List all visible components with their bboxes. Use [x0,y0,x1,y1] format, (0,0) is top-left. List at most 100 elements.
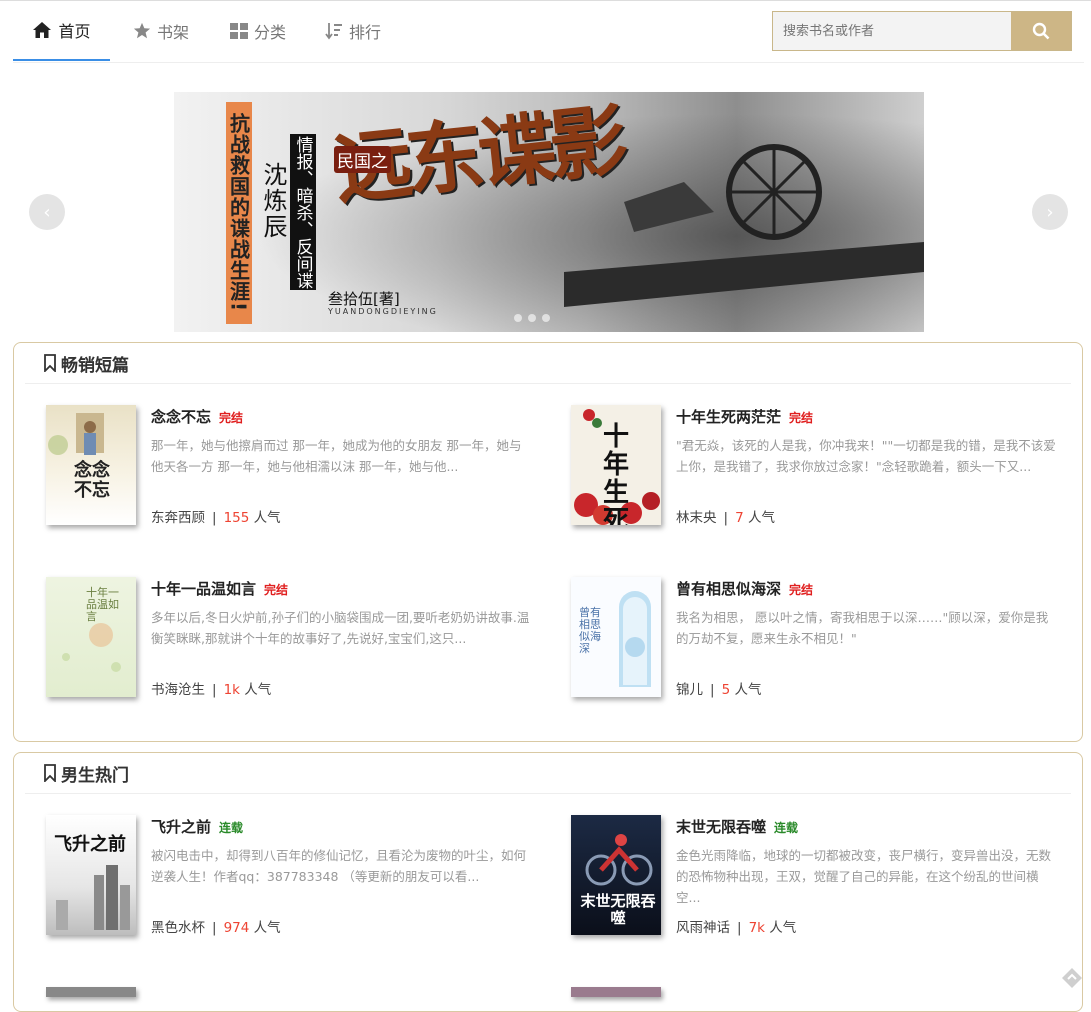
cover-title: 念念不忘 [74,460,110,501]
book-author[interactable]: 黑色水杯 [151,920,205,936]
book-status: 连载 [774,821,799,835]
book-cover[interactable]: 念念不忘 [46,405,136,525]
chevron-left-icon: ‹ [43,201,51,223]
book-description: 我名为相思， 愿以叶之情，寄我相思于以深……"顾以深，爱你是我的万劫不复，愿来生… [676,610,1049,646]
nav-bookshelf[interactable]: 书架 [121,1,201,61]
book-description: 金色光雨降临，地球的一切都被改变，丧尸横行，变异兽出没，无数的恐怖物种出现，王双… [676,848,1052,905]
book-author[interactable]: 林末央 [676,510,717,526]
book-title-text[interactable]: 曾有相思似海深 [676,580,781,598]
banner-prefix: 民国之 [334,146,391,173]
book-description: 多年以后,冬日火炉前,孙子们的小脑袋围成一团,要听老奶奶讲故事.温衡笑眯眯,那就… [151,610,530,646]
popularity-unit: 人气 [769,920,797,936]
cover-illustration [56,865,130,930]
banner-writer: 叁拾伍[著] [328,290,400,308]
book-cover[interactable]: 末世无限吞噬 [571,815,661,935]
book-meta: 书海沧生 | 1k 人气 [151,678,271,698]
book-title-text[interactable]: 飞升之前 [151,818,211,836]
book-meta: 风雨神话 | 7k 人气 [676,916,796,936]
book-card[interactable]: 十年生死 十年生死两茫茫 完结 "君无焱，该死的人是我，你冲我来！""一切都是我的… [571,405,1061,527]
book-title[interactable]: 末世无限吞噬 连载 [676,816,798,837]
banner-side-text: 抗战救国的谍战生涯! [226,102,252,324]
top-nav: 首页 书架 分类 排行 [13,1,1084,63]
section-header: 男生热门 [25,753,1071,794]
back-to-top-icon[interactable] [1060,966,1084,990]
popularity-unit: 人气 [747,510,775,526]
search-icon [1032,22,1050,40]
book-card[interactable]: 念念不忘 念念不忘 完结 那一年，她与他擦肩而过 那一年，她成为他的女朋友 那一年… [46,405,536,527]
banner-pinyin: YUANDONGDIEYING [328,307,438,316]
banner-dot[interactable] [528,314,536,322]
book-status: 完结 [219,411,244,425]
cover-title: 十年一品温如言 [86,586,119,623]
book-popularity: 974 [223,920,250,936]
popularity-unit: 人气 [734,682,762,698]
book-title-text[interactable]: 十年一品温如言 [151,580,256,598]
book-author[interactable]: 书海沧生 [151,682,205,698]
banner-tag: 情报、暗杀、反间谍 [290,134,316,290]
nav-category-label: 分类 [253,23,286,42]
book-cover[interactable]: 十年生死 [571,405,661,525]
book-popularity: 155 [223,510,250,526]
book-status: 完结 [789,411,814,425]
nav-category[interactable]: 分类 [218,1,298,61]
book-title-text[interactable]: 念念不忘 [151,408,211,426]
popularity-unit: 人气 [244,682,272,698]
separator: | [212,510,217,526]
book-author[interactable]: 东奔西顾 [151,510,205,526]
book-title-text[interactable]: 十年生死两茫茫 [676,408,781,426]
book-card[interactable]: 曾有相思似海深 曾有相思似海深 完结 我名为相思， 愿以叶之情，寄我相思于以深……… [571,577,1061,699]
section-title: 畅销短篇 [61,355,129,376]
book-cover[interactable]: 十年一品温如言 [46,577,136,697]
book-author[interactable]: 风雨神话 [676,920,730,936]
nav-ranking[interactable]: 排行 [313,1,393,61]
book-meta: 锦儿 | 5 人气 [676,678,761,698]
banner-prev-button[interactable]: ‹ [29,194,65,230]
cover-title: 曾有相思似海深 [579,606,601,655]
book-popularity: 5 [721,682,731,698]
book-cover[interactable]: 飞升之前 [46,815,136,935]
book-card[interactable]: 飞升之前 飞升之前 连载 被闪电击中，却得到八百年的修仙记忆，且看沦为废物的叶尘，… [46,815,536,937]
sort-icon [325,23,342,40]
book-title[interactable]: 飞升之前 连载 [151,816,243,837]
grid-icon [229,23,248,39]
book-popularity: 1k [223,682,240,698]
book-cover[interactable]: 曾有相思似海深 [571,577,661,697]
search-box [772,11,1072,51]
nav-home-label: 首页 [58,22,91,41]
banner-next-button[interactable]: › [1032,194,1068,230]
banner-dot[interactable] [514,314,522,322]
book-card[interactable]: 十年一品温如言 十年一品温如言 完结 多年以后,冬日火炉前,孙子们的小脑袋围成一团… [46,577,536,699]
section-bestseller-short: 畅销短篇 念念不忘 念念不忘 完结 那一年，她与他擦肩而过 那一年，她成为他的女朋… [13,342,1083,742]
book-meta: 林末央 | 7 人气 [676,506,775,526]
book-description: 被闪电击中，却得到八百年的修仙记忆，且看沦为废物的叶尘，如何逆袭人生！作者qq：… [151,848,527,884]
search-button[interactable] [1011,12,1071,50]
cover-title: 十年生死 [603,422,630,525]
nav-ranking-label: 排行 [348,23,381,42]
book-status: 连载 [219,821,244,835]
book-popularity: 7k [748,920,765,936]
book-title[interactable]: 曾有相思似海深 完结 [676,578,813,599]
book-title[interactable]: 十年一品温如言 完结 [151,578,288,599]
book-card[interactable]: 末世无限吞噬 末世无限吞噬 连载 金色光雨降临，地球的一切都被改变，丧尸横行，变异… [571,815,1061,937]
nav-home[interactable]: 首页 [13,1,110,61]
book-description: "君无焱，该死的人是我，你冲我来！""一切都是我的错，是我不该爱上你，是我错了，… [676,438,1056,474]
book-cover[interactable] [46,987,136,997]
cover-title: 飞升之前 [54,834,126,855]
section-male-hot: 男生热门 飞升之前 飞升之前 连载 被闪电击中，却得到八百年的修仙记忆，且看沦为废… [13,752,1083,1012]
book-status: 完结 [264,583,289,597]
book-description: 那一年，她与他擦肩而过 那一年，她成为他的女朋友 那一年，她与他天各一方 那一年… [151,438,522,474]
nav-bookshelf-label: 书架 [156,23,189,42]
book-title-text[interactable]: 末世无限吞噬 [676,818,766,836]
book-meta: 黑色水杯 | 974 人气 [151,916,281,936]
banner-dot[interactable] [542,314,550,322]
book-cover[interactable] [571,987,661,997]
book-meta: 东奔西顾 | 155 人气 [151,506,281,526]
book-author[interactable]: 锦儿 [676,682,703,698]
book-title[interactable]: 十年生死两茫茫 完结 [676,406,813,427]
bookmark-icon [44,354,56,372]
section-title: 男生热门 [61,765,129,786]
book-title[interactable]: 念念不忘 完结 [151,406,243,427]
search-input[interactable] [773,12,1011,50]
separator: | [212,920,217,936]
banner-carousel[interactable]: 抗战救国的谍战生涯! 沈炼辰 情报、暗杀、反间谍 远东谍影 民国之 叁拾伍[著]… [174,92,924,332]
